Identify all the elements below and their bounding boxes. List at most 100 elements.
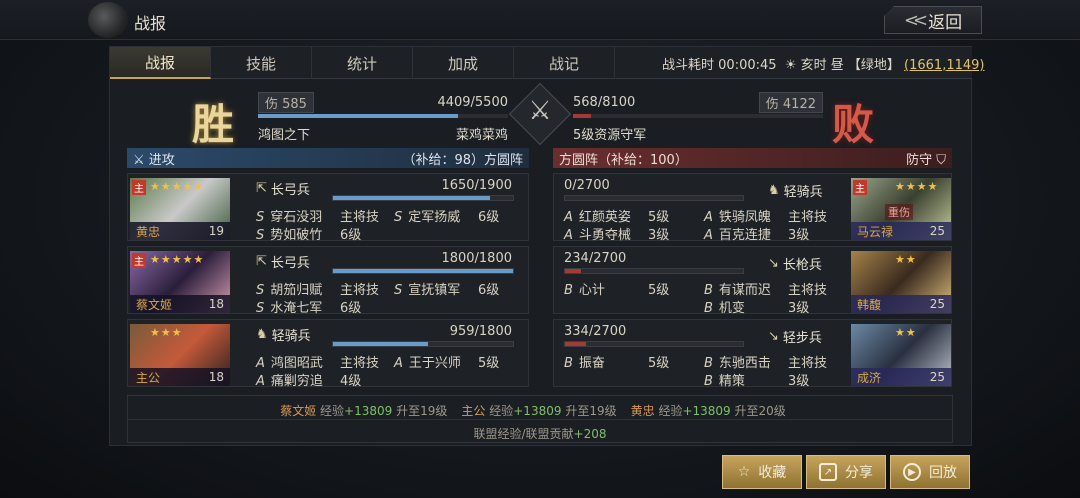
skill-entry: B 振奋 5级 (564, 352, 694, 371)
share-icon: ↗ (819, 463, 837, 481)
commander-badge: 主 (853, 180, 867, 195)
terrain: 【绿地】 (847, 58, 900, 73)
skill-level: 5级 (648, 356, 670, 371)
skill-level: 5级 (648, 210, 670, 225)
coord-link[interactable]: (1661,1149) (904, 58, 984, 73)
exp-entry: 主公 经验+13809 升至19级 (461, 404, 616, 418)
hero-name: 蔡文姬 (136, 297, 173, 312)
skill-entry: A 王于兴师 5级 (394, 352, 524, 371)
skill-grade: A (256, 374, 265, 389)
skill-grade: S (256, 210, 265, 225)
unit-card-defender[interactable]: 334/2700 ↘ 轻步兵 B 振奋 5级 B 东驰西击 主将技 B 精策 3级 ★★ 成济 25 (553, 319, 952, 389)
skill-name: 铁骑凤魄 (718, 210, 771, 225)
skill-level: 3级 (788, 228, 810, 243)
hero-namebar: 韩馥 25 (851, 295, 951, 313)
dragon-emblem-icon (88, 2, 128, 38)
hero-portrait[interactable]: ★★ 成济 25 (851, 324, 951, 386)
star-rating: ★★★★ (895, 180, 939, 193)
defender-hp-bar (573, 114, 823, 118)
skill-grade: B (704, 301, 713, 316)
exp-levelup: 升至20级 (734, 404, 786, 418)
hero-namebar: 蔡文姬 18 (130, 295, 230, 313)
hero-portrait[interactable]: 主重伤 ★★★★ 马云禄 25 (851, 178, 951, 240)
skill-level: 5级 (478, 356, 500, 371)
hero-portrait[interactable]: ★★★ 主公 18 (130, 324, 230, 386)
exp-entry: 蔡文姬 经验+13809 升至19级 (280, 404, 447, 418)
skill-grade: A (394, 356, 403, 371)
skill-name: 心计 (578, 283, 605, 298)
skill-name: 红颜英姿 (578, 210, 631, 225)
skill-level: 3级 (648, 228, 670, 243)
weather-icon: ☀ (784, 58, 797, 73)
tab-report[interactable]: 战报 (110, 47, 211, 79)
play-icon: ▶ (903, 463, 921, 481)
skill-name: 势如破竹 (270, 228, 323, 243)
tab-stats[interactable]: 统计 (312, 47, 413, 79)
alliance-exp-value: +208 (573, 427, 607, 441)
star-rating: ★★ (895, 326, 917, 339)
skill-entry: S 定军扬威 6级 (394, 206, 524, 225)
hero-namebar: 成济 25 (851, 368, 951, 386)
hero-name: 成济 (857, 370, 882, 385)
tab-skills[interactable]: 技能 (211, 47, 312, 79)
skill-entry: A 斗勇夺械 3级 (564, 224, 694, 243)
unit-card-attacker[interactable]: 主 ★★★★★ 蔡文姬 18 ⇱ 长弓兵 1800/1800 S 胡笳归赋 主将技 S 宣抚镇军 6级 S… (127, 246, 529, 316)
skill-level: 6级 (340, 301, 362, 316)
troop-type: ↘ 轻步兵 (768, 327, 822, 346)
skill-name: 胡笳归赋 (270, 283, 323, 298)
favorite-button[interactable]: ☆ 收藏 (722, 455, 802, 489)
hero-namebar: 黄忠 19 (130, 222, 230, 240)
skill-level: 5级 (648, 283, 670, 298)
skill-grade: A (564, 228, 573, 243)
skill-entry: A 铁骑凤魄 主将技 (704, 206, 834, 225)
defender-damage: 伤 4122 (758, 91, 823, 113)
back-button[interactable]: << 返回 (884, 6, 982, 34)
hero-portrait[interactable]: 主 ★★★★★ 黄忠 19 (130, 178, 230, 240)
tab-bonus[interactable]: 加成 (413, 47, 514, 79)
hero-level: 25 (929, 370, 945, 384)
exp-levelup: 升至19级 (565, 404, 617, 418)
skill-entry: S 水淹七军 6级 (256, 297, 386, 316)
skill-name: 穿石没羽 (270, 210, 323, 225)
unit-card-attacker[interactable]: ★★★ 主公 18 ♞ 轻骑兵 959/1800 A 鸿图昭武 主将技 A 王于兴师 5级 A 痛剿穷追 4… (127, 319, 529, 389)
troop-count: 0/2700 (564, 178, 610, 193)
skill-level: 3级 (788, 374, 810, 389)
attacker-hp: 4409/5500 (437, 94, 508, 110)
star-rating: ★★ (895, 253, 917, 266)
hero-level: 25 (929, 297, 945, 311)
defense-supply: 方圆阵（补给：100） (559, 152, 688, 168)
exp-label: 经验 (320, 404, 345, 418)
share-button[interactable]: ↗ 分享 (806, 455, 886, 489)
skill-name: 定军扬威 (408, 210, 461, 225)
hero-name: 黄忠 (136, 224, 161, 239)
attacker-name: 鸿图之下 (258, 128, 311, 143)
hero-portrait[interactable]: ★★ 韩馥 25 (851, 251, 951, 313)
hero-portrait[interactable]: 主 ★★★★★ 蔡文姬 18 (130, 251, 230, 313)
commander-badge: 主 (132, 180, 146, 195)
attacker-summary: 伤 585 4409/5500 鸿图之下 菜鸡菜鸡 (258, 91, 508, 143)
defense-header: 方圆阵（补给：100） 防守 ⛉ (553, 148, 952, 168)
troop-label: 长枪兵 (782, 258, 822, 273)
replay-button[interactable]: ▶ 回放 (890, 455, 970, 489)
skill-level: 6级 (478, 210, 500, 225)
troop-count: 234/2700 (564, 251, 627, 266)
star-rating: ★★★ (150, 326, 183, 339)
hero-name: 主公 (136, 370, 161, 385)
skill-name: 痛剿穷追 (270, 374, 323, 389)
troop-label: 长弓兵 (270, 256, 310, 271)
exp-label: 经验 (489, 404, 514, 418)
skill-grade: A (704, 210, 713, 225)
skill-entry: B 精策 3级 (704, 370, 834, 389)
commander-badge: 主 (132, 253, 146, 268)
skill-name: 斗勇夺械 (578, 228, 631, 243)
exp-value: +13809 (344, 404, 393, 418)
unit-card-attacker[interactable]: 主 ★★★★★ 黄忠 19 ⇱ 长弓兵 1650/1900 S 穿石没羽 主将技 S 定军扬威 6级 S 势… (127, 173, 529, 243)
tab-log[interactable]: 战记 (514, 47, 615, 79)
experience-gain-line: 蔡文姬 经验+13809 升至19级 主公 经验+13809 升至19级 黄忠 经验… (128, 402, 952, 419)
sword-icon: ⚔ (133, 152, 145, 168)
skill-name: 东驰西击 (718, 356, 771, 371)
unit-card-defender[interactable]: 0/2700 ♞ 轻骑兵 A 红颜英姿 5级 A 铁骑凤魄 主将技 A 斗勇夺械 3级 A 百克连捷 3级 主… (553, 173, 952, 243)
skill-grade: S (256, 301, 265, 316)
troop-type: ⇱ 长弓兵 (256, 179, 310, 198)
unit-card-defender[interactable]: 234/2700 ↘ 长枪兵 B 心计 5级 B 有谋而迟 主将技 B 机变 3级 ★★ 韩馥 25 (553, 246, 952, 316)
